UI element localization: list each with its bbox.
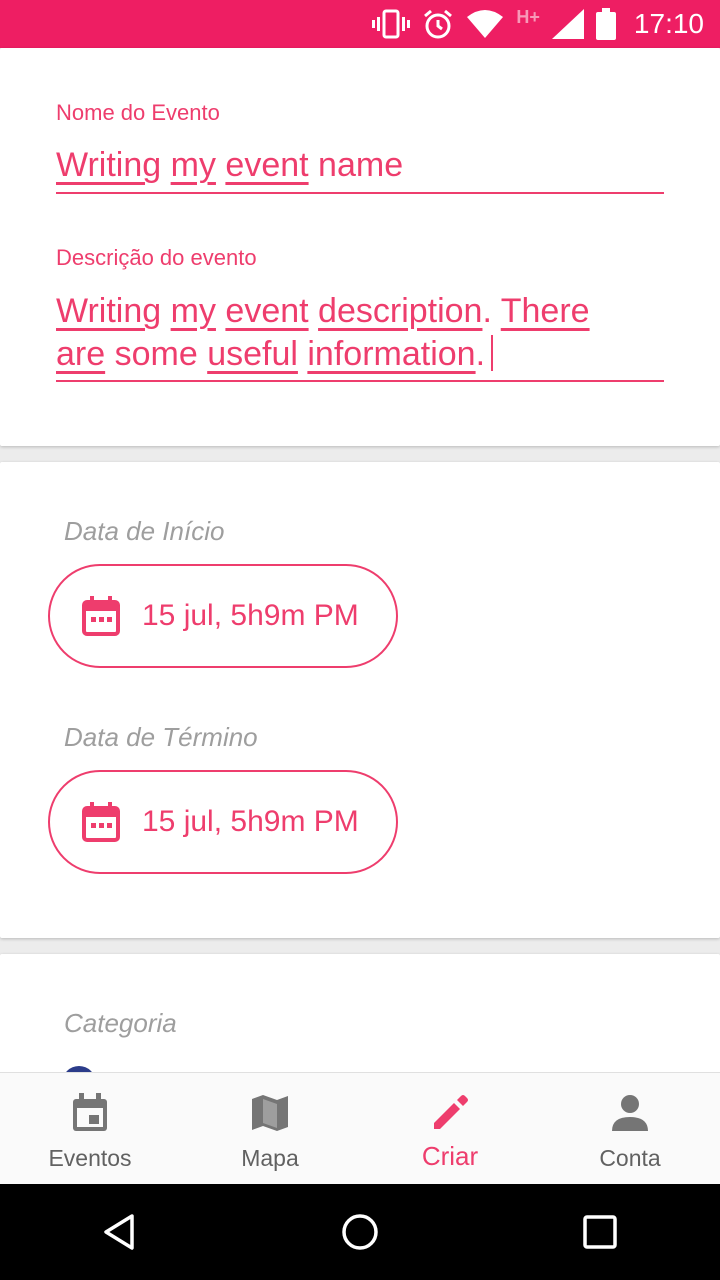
- word: event: [225, 292, 309, 330]
- word: information: [307, 335, 476, 373]
- event-info-card: Nome do Evento Writing my event name Des…: [0, 48, 720, 446]
- nav-label: Mapa: [241, 1145, 299, 1171]
- back-button[interactable]: [90, 1202, 150, 1262]
- word: my: [170, 292, 216, 330]
- home-button[interactable]: [330, 1202, 390, 1262]
- word: There: [500, 292, 590, 330]
- calendar-icon: [82, 596, 120, 636]
- word: Writing: [56, 146, 162, 184]
- start-date-value: 15 jul, 5h9m PM: [142, 599, 359, 632]
- start-date-label: Data de Início: [64, 516, 225, 546]
- word: .: [482, 292, 501, 330]
- word: description: [318, 292, 483, 330]
- end-date-button[interactable]: 15 jul, 5h9m PM: [48, 770, 398, 874]
- person-icon: [612, 1095, 648, 1131]
- nav-criar[interactable]: Criar: [360, 1073, 540, 1184]
- word: name: [318, 146, 404, 184]
- end-date-label: Data de Término: [64, 722, 258, 752]
- word: are: [56, 335, 106, 373]
- bottom-navigation: Eventos Mapa Criar Conta: [0, 1072, 720, 1184]
- event-name-input[interactable]: Writing my event name: [56, 144, 664, 187]
- start-date-button[interactable]: 15 jul, 5h9m PM: [48, 564, 398, 668]
- nav-label: Criar: [421, 1141, 479, 1171]
- network-type: H+: [516, 6, 540, 27]
- nav-eventos[interactable]: Eventos: [0, 1073, 180, 1184]
- category-label: Categoria: [64, 1008, 177, 1038]
- end-date-value: 15 jul, 5h9m PM: [142, 805, 359, 838]
- event-name-label: Nome do Evento: [56, 100, 220, 125]
- word: useful: [207, 335, 298, 373]
- battery-icon: [595, 8, 616, 40]
- word: my: [170, 146, 216, 184]
- event-description-label: Descrição do evento: [56, 245, 257, 270]
- system-navigation-bar: [0, 1184, 720, 1280]
- calendar-icon: [82, 802, 120, 842]
- home-icon: [342, 1214, 378, 1250]
- pencil-icon: [434, 1095, 468, 1129]
- nav-conta[interactable]: Conta: [540, 1073, 720, 1184]
- text-cursor: [491, 335, 494, 371]
- calendar-icon: [73, 1093, 107, 1131]
- alarm-icon: [424, 9, 453, 39]
- word: some: [114, 335, 198, 373]
- nav-label: Eventos: [48, 1145, 132, 1171]
- status-bar: H+ 17:10: [0, 0, 720, 48]
- signal-icon: [551, 9, 584, 39]
- map-icon: [252, 1095, 288, 1131]
- nav-mapa[interactable]: Mapa: [180, 1073, 360, 1184]
- recents-button[interactable]: [570, 1202, 630, 1262]
- back-icon: [104, 1214, 134, 1250]
- wifi-icon: [467, 10, 504, 38]
- recents-icon: [583, 1215, 617, 1249]
- nav-label: Conta: [599, 1145, 661, 1171]
- word: Writing: [56, 292, 162, 330]
- event-description-underline: [56, 380, 664, 382]
- clock: 17:10: [633, 8, 704, 39]
- vibrate-icon: [372, 9, 411, 39]
- word: event: [225, 146, 309, 184]
- event-dates-card: Data de Início 15 jul, 5h9m PM Data de T…: [0, 462, 720, 938]
- word: .: [475, 335, 486, 373]
- event-description-input[interactable]: Writing my event description. There are …: [56, 290, 664, 376]
- event-name-underline: [56, 192, 664, 194]
